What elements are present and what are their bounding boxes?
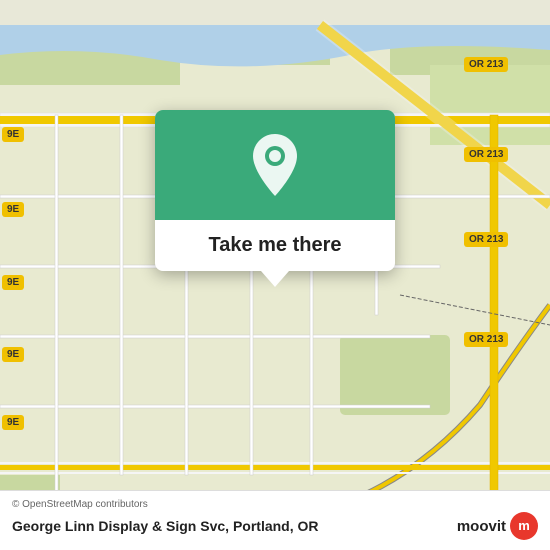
badge-213-3: OR 213 [464,232,508,247]
popup-card[interactable]: Take me there [155,110,395,271]
take-me-there-button[interactable]: Take me there [208,234,341,256]
badge-9e-1: 9E [2,127,24,142]
moovit-logo: moovit m [457,512,538,540]
location-pin-icon [248,134,302,196]
bottom-bar: © OpenStreetMap contributors George Linn… [0,490,550,550]
popup-text-area[interactable]: Take me there [155,220,395,271]
popup-header [155,110,395,220]
place-name: George Linn Display & Sign Svc, Portland… [12,518,319,534]
attribution-text: © OpenStreetMap contributors [12,499,538,510]
badge-9e-4: 9E [2,347,24,362]
moovit-text: moovit [457,518,506,535]
badge-213-4: OR 213 [464,332,508,347]
badge-213-2: OR 213 [464,147,508,162]
moovit-icon: m [510,512,538,540]
badge-9e-3: 9E [2,275,24,290]
badge-9e-5: 9E [2,415,24,430]
badge-213-1: OR 213 [464,57,508,72]
moovit-brand-icon: m [518,518,530,533]
map-container: OR 213 OR 213 OR 213 OR 213 9E 9E 9E 9E … [0,0,550,550]
badge-9e-2: 9E [2,202,24,217]
place-info: George Linn Display & Sign Svc, Portland… [12,512,538,540]
